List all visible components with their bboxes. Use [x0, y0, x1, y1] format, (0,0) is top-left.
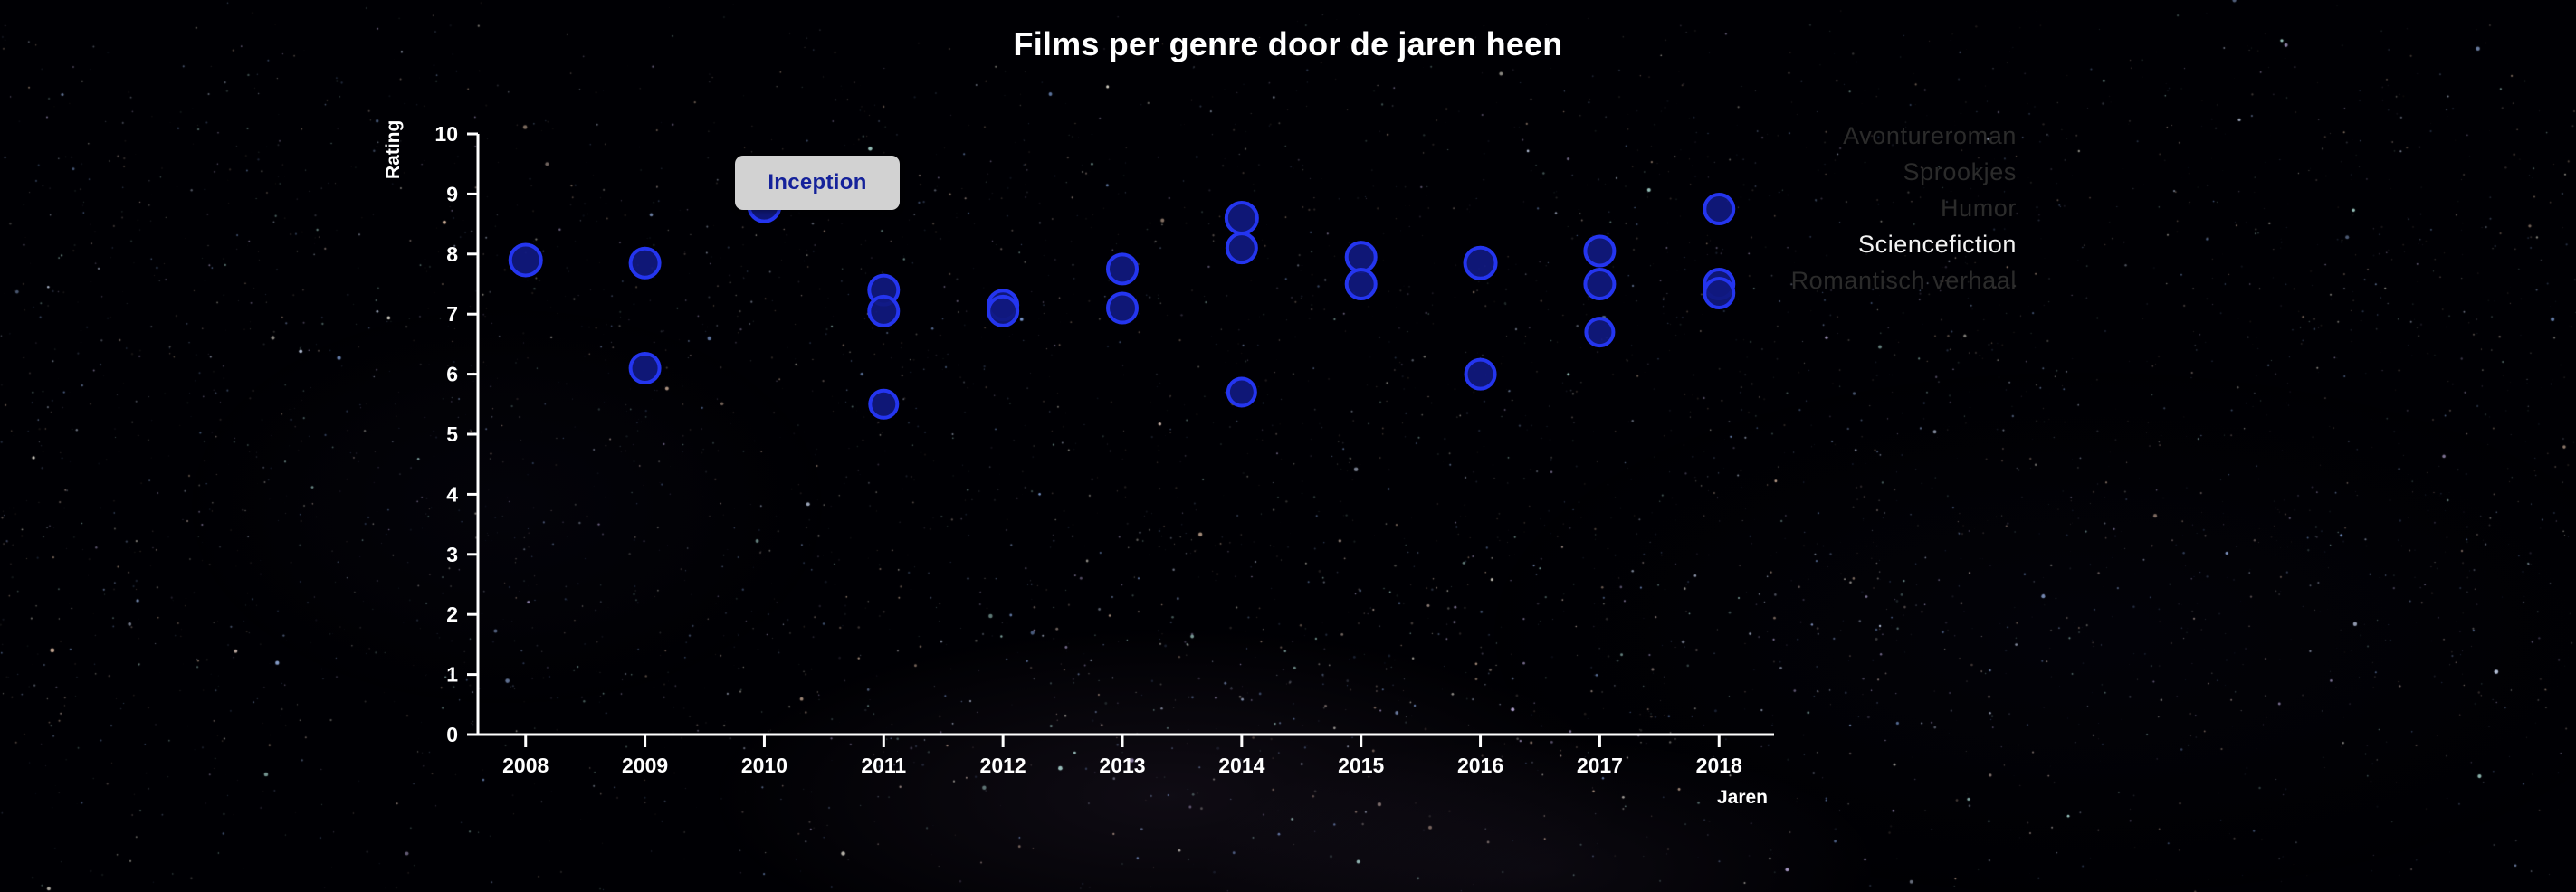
y-axis-tick-label: 8	[446, 242, 458, 266]
tooltip-inception: Inception	[735, 156, 900, 210]
x-axis-tick-label: 2014	[1218, 754, 1264, 777]
y-axis-tick-label: 2	[446, 603, 458, 626]
data-points	[508, 188, 1736, 420]
data-point-bubble[interactable]	[867, 294, 901, 327]
x-axis-tick-label: 2018	[1696, 754, 1742, 777]
x-axis-tick-label: 2008	[502, 754, 549, 777]
scatter-plot: 0 1 2 3 4 5 6 7 8 9 10 2008 2009 2010 2011 2012 2013 2014…	[383, 120, 1774, 808]
legend-item-sprookjes[interactable]: Sprookjes	[1611, 154, 2017, 190]
data-point-bubble[interactable]	[508, 242, 543, 278]
axes: 0 1 2 3 4 5 6 7 8 9 10 2008 2009 2010 2011 2012 2013 2014…	[383, 120, 1774, 808]
legend: Avontureroman Sprookjes Humor Sciencefictio…	[1611, 118, 2017, 299]
data-point-bubble[interactable]	[987, 294, 1020, 327]
x-axis-tick-label: 2016	[1457, 754, 1503, 777]
data-point-bubble[interactable]	[1224, 200, 1259, 235]
y-axis-tick-label: 9	[446, 182, 458, 205]
legend-item-sciencefiction[interactable]: Sciencefiction	[1611, 226, 2017, 262]
data-point-bubble[interactable]	[628, 246, 662, 280]
y-axis-tick-label: 0	[446, 723, 458, 746]
x-axis-tick-label: 2010	[741, 754, 787, 777]
data-point-bubble[interactable]	[1583, 268, 1617, 300]
x-axis-tick-label: 2012	[980, 754, 1026, 777]
data-point-bubble[interactable]	[1225, 232, 1258, 265]
data-point-bubble[interactable]	[1106, 291, 1139, 325]
x-axis-tick-label: 2009	[622, 754, 668, 777]
data-point-bubble[interactable]	[1583, 234, 1617, 268]
x-axis-tick-label: 2015	[1338, 754, 1384, 777]
y-axis-tick-label: 1	[446, 663, 458, 687]
y-axis-tick-label: 4	[446, 482, 458, 506]
data-point-bubble[interactable]	[1464, 357, 1497, 391]
x-axis-tick-label: 2011	[861, 754, 906, 777]
y-axis-tick-label: 5	[446, 422, 458, 446]
data-point-bubble[interactable]	[1463, 245, 1498, 280]
legend-item-avontureroman[interactable]: Avontureroman	[1611, 118, 2017, 154]
legend-item-romantisch-verhaal[interactable]: Romantisch verhaal	[1611, 262, 2017, 299]
data-point-bubble[interactable]	[628, 351, 662, 384]
data-point-bubble[interactable]	[1226, 376, 1257, 408]
y-axis-tick-label: 10	[434, 122, 458, 146]
tooltip-label: Inception	[768, 170, 867, 195]
x-axis-title: Jaren	[1717, 787, 1768, 808]
y-axis-tick-label: 3	[446, 543, 458, 566]
y-axis-title: Rating	[383, 120, 404, 179]
chart-canvas: Films per genre door de jaren heen 0 1 2 3 4…	[0, 0, 2576, 892]
data-point-bubble[interactable]	[1344, 268, 1378, 300]
data-point-bubble[interactable]	[1584, 317, 1616, 348]
page-title: Films per genre door de jaren heen	[1013, 25, 1563, 62]
data-point-bubble[interactable]	[1344, 241, 1378, 274]
y-axis-tick-label: 6	[446, 363, 458, 386]
y-axis-tick-label: 7	[446, 302, 458, 326]
x-axis-tick-label: 2017	[1577, 754, 1623, 777]
data-point-bubble[interactable]	[1106, 252, 1139, 286]
data-point-bubble[interactable]	[868, 388, 900, 420]
legend-item-humor[interactable]: Humor	[1611, 190, 2017, 226]
x-axis-tick-label: 2013	[1099, 754, 1145, 777]
